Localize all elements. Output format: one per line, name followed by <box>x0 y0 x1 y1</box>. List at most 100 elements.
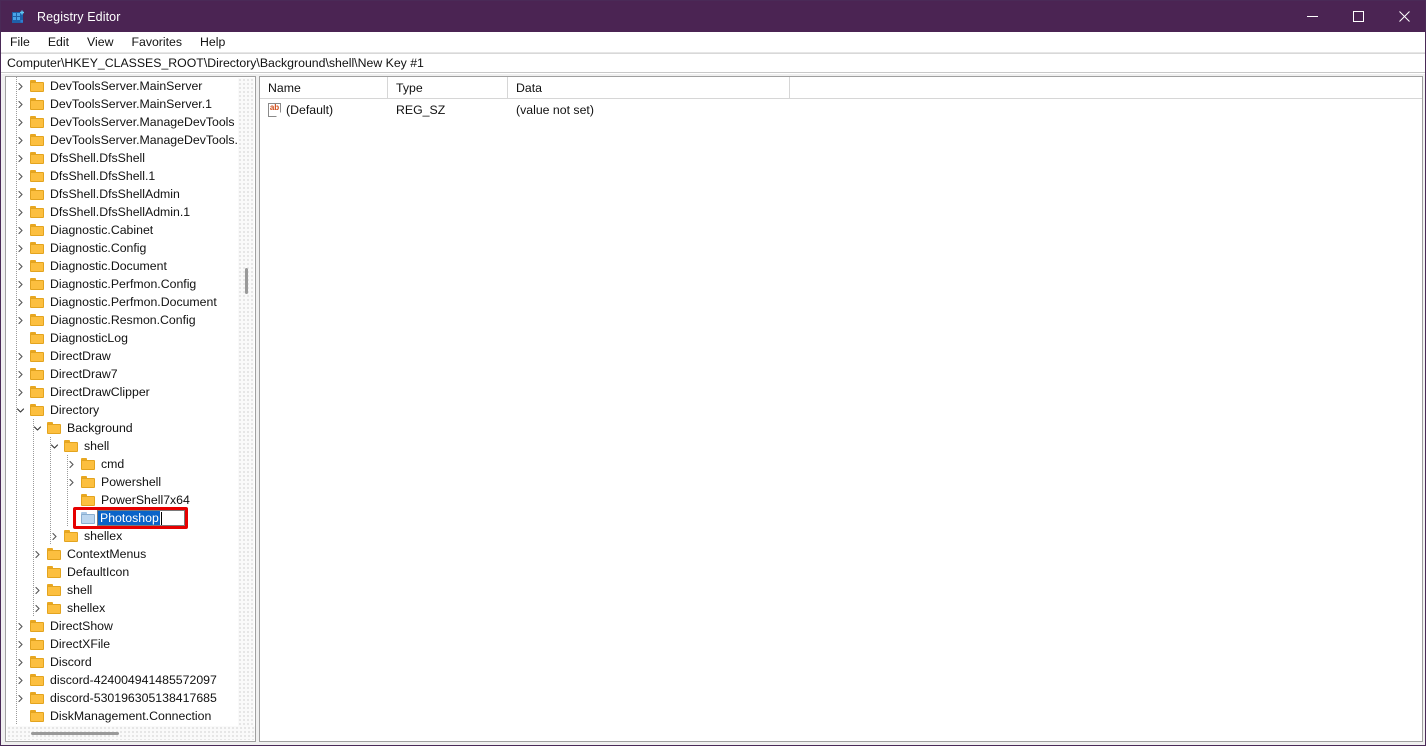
tree-item-diagnosticlog[interactable]: DiagnosticLog <box>6 329 238 347</box>
chevron-right-icon[interactable] <box>12 149 28 167</box>
chevron-right-icon[interactable] <box>63 473 79 491</box>
tree-item-diagnostic-perfmon-config[interactable]: Diagnostic.Perfmon.Config <box>6 275 238 293</box>
folder-icon <box>62 527 79 545</box>
tree-item-label: Directory <box>45 403 99 417</box>
tree-item-devtoolsserver-mainserver-1[interactable]: DevToolsServer.MainServer.1 <box>6 95 238 113</box>
column-header-type[interactable]: Type <box>388 77 508 98</box>
tree-horizontal-scroll-thumb[interactable] <box>31 732 119 735</box>
tree-item-discord-530196305138417685[interactable]: discord-530196305138417685 <box>6 689 238 707</box>
rename-edit-box[interactable]: Photoshop <box>97 510 185 526</box>
chevron-right-icon[interactable] <box>12 167 28 185</box>
close-button[interactable] <box>1381 1 1426 32</box>
menu-edit[interactable]: Edit <box>39 33 78 52</box>
tree-item-directory[interactable]: Directory <box>6 401 238 419</box>
chevron-right-icon[interactable] <box>29 581 45 599</box>
tree-item-shell[interactable]: shell <box>6 437 238 455</box>
tree-item-contextmenus[interactable]: ContextMenus <box>6 545 238 563</box>
chevron-right-icon[interactable] <box>12 311 28 329</box>
chevron-right-icon[interactable] <box>63 455 79 473</box>
tree-item-powershell[interactable]: Powershell <box>6 473 238 491</box>
chevron-right-icon[interactable] <box>12 221 28 239</box>
chevron-right-icon[interactable] <box>12 113 28 131</box>
tree-item-dfsshell-dfsshell-1[interactable]: DfsShell.DfsShell.1 <box>6 167 238 185</box>
menu-file[interactable]: File <box>1 33 39 52</box>
tree-item-shellex[interactable]: shellex <box>6 599 238 617</box>
maximize-button[interactable] <box>1335 1 1381 32</box>
column-header-data[interactable]: Data <box>508 77 790 98</box>
chevron-right-icon[interactable] <box>12 95 28 113</box>
menu-view[interactable]: View <box>78 33 122 52</box>
tree-item-shell[interactable]: shell <box>6 581 238 599</box>
tree-item-directxfile[interactable]: DirectXFile <box>6 635 238 653</box>
tree-item-discord-424004941485572097[interactable]: discord-424004941485572097 <box>6 671 238 689</box>
tree-item-shellex[interactable]: shellex <box>6 527 238 545</box>
chevron-right-icon[interactable] <box>12 257 28 275</box>
chevron-right-icon[interactable] <box>12 185 28 203</box>
tree-guide-line <box>50 473 51 491</box>
address-bar[interactable]: Computer\HKEY_CLASSES_ROOT\Directory\Bac… <box>1 53 1426 73</box>
chevron-right-icon[interactable] <box>12 617 28 635</box>
tree-item-powershell7x64[interactable]: PowerShell7x64 <box>6 491 238 509</box>
tree-item-photoshop[interactable]: Photoshop <box>6 509 238 527</box>
chevron-down-icon[interactable] <box>29 419 45 437</box>
chevron-right-icon[interactable] <box>12 383 28 401</box>
chevron-right-icon[interactable] <box>12 635 28 653</box>
tree-item-diagnostic-document[interactable]: Diagnostic.Document <box>6 257 238 275</box>
chevron-right-icon[interactable] <box>12 239 28 257</box>
chevron-right-icon[interactable] <box>12 293 28 311</box>
chevron-right-icon[interactable] <box>29 599 45 617</box>
chevron-right-icon[interactable] <box>12 347 28 365</box>
tree-vertical-scrollbar[interactable] <box>238 78 254 730</box>
tree-item-dfsshell-dfsshelladmin[interactable]: DfsShell.DfsShellAdmin <box>6 185 238 203</box>
menu-favorites[interactable]: Favorites <box>122 33 191 52</box>
tree-item-cmd[interactable]: cmd <box>6 455 238 473</box>
rename-input-text[interactable]: Photoshop <box>98 511 160 525</box>
column-header-name[interactable]: Name <box>260 77 388 98</box>
tree-item-discord[interactable]: Discord <box>6 653 238 671</box>
tree-vertical-scroll-thumb[interactable] <box>245 268 248 294</box>
chevron-right-icon[interactable] <box>12 275 28 293</box>
chevron-right-icon[interactable] <box>12 653 28 671</box>
tree-item-diagnostic-config[interactable]: Diagnostic.Config <box>6 239 238 257</box>
values-header-row: Name Type Data <box>260 77 1422 99</box>
chevron-down-icon[interactable] <box>12 401 28 419</box>
table-row[interactable]: ab (Default) REG_SZ (value not set) <box>260 99 1422 121</box>
tree-guide-line <box>16 347 17 365</box>
tree-item-devtoolsserver-mainserver[interactable]: DevToolsServer.MainServer <box>6 77 238 95</box>
tree-item-directshow[interactable]: DirectShow <box>6 617 238 635</box>
tree-item-diagnostic-resmon-config[interactable]: Diagnostic.Resmon.Config <box>6 311 238 329</box>
chevron-right-icon[interactable] <box>12 671 28 689</box>
tree-item-directdraw7[interactable]: DirectDraw7 <box>6 365 238 383</box>
tree-item-devtoolsserver-managedevtools[interactable]: DevToolsServer.ManageDevTools <box>6 113 238 131</box>
chevron-right-icon[interactable] <box>29 545 45 563</box>
tree-guide-line <box>16 653 17 671</box>
tree-item-directdraw[interactable]: DirectDraw <box>6 347 238 365</box>
tree-item-diskmanagement-connection[interactable]: DiskManagement.Connection <box>6 707 238 725</box>
chevron-down-icon[interactable] <box>46 437 62 455</box>
tree-item-label: Diagnostic.Config <box>45 241 146 255</box>
tree-item-dfsshell-dfsshell[interactable]: DfsShell.DfsShell <box>6 149 238 167</box>
tree-item-diagnostic-cabinet[interactable]: Diagnostic.Cabinet <box>6 221 238 239</box>
chevron-right-icon[interactable] <box>12 77 28 95</box>
tree-horizontal-scrollbar[interactable] <box>7 726 256 740</box>
minimize-button[interactable] <box>1289 1 1335 32</box>
tree-item-devtoolsserver-managedevtools-1[interactable]: DevToolsServer.ManageDevTools.1 <box>6 131 238 149</box>
tree-item-dfsshell-dfsshelladmin-1[interactable]: DfsShell.DfsShellAdmin.1 <box>6 203 238 221</box>
chevron-right-icon[interactable] <box>46 527 62 545</box>
chevron-right-icon[interactable] <box>12 131 28 149</box>
tree-item-background[interactable]: Background <box>6 419 238 437</box>
folder-icon <box>45 545 62 563</box>
menu-help[interactable]: Help <box>191 33 234 52</box>
folder-icon <box>28 383 45 401</box>
tree-item-label: DfsShell.DfsShell.1 <box>45 169 155 183</box>
tree-item-defaulticon[interactable]: DefaultIcon <box>6 563 238 581</box>
tree-guide-line <box>16 365 17 383</box>
chevron-right-icon[interactable] <box>12 365 28 383</box>
chevron-right-icon[interactable] <box>12 203 28 221</box>
tree-item-label: DirectDrawClipper <box>45 385 150 399</box>
chevron-right-icon[interactable] <box>12 689 28 707</box>
tree-item-directdrawclipper[interactable]: DirectDrawClipper <box>6 383 238 401</box>
folder-icon <box>28 95 45 113</box>
tree-guide-line <box>16 563 17 581</box>
tree-item-diagnostic-perfmon-document[interactable]: Diagnostic.Perfmon.Document <box>6 293 238 311</box>
